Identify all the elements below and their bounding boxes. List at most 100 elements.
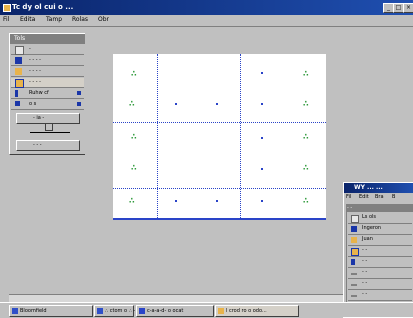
secondary-tool-label: Juan (362, 236, 373, 242)
secondary-tool-item[interactable]: - - (348, 246, 412, 257)
secondary-tool-label: Ls ols (362, 214, 377, 220)
secondary-tool-item[interactable]: - - (348, 268, 412, 279)
secondary-menu-draw[interactable]: Bra (375, 194, 384, 200)
app-icon (3, 4, 11, 12)
taskbar-button[interactable]: l crod ro o odo... (215, 305, 299, 317)
tree-symbol: ∴ (131, 163, 137, 172)
pencil-icon (15, 68, 22, 75)
tool-lines[interactable]: - - - - (11, 78, 84, 88)
tool-pencil[interactable]: - - - - (11, 67, 84, 77)
arrow-icon (351, 215, 359, 223)
tool-apply-button[interactable]: - - - (16, 140, 80, 151)
node-icon (351, 259, 355, 265)
node-icon (15, 101, 20, 106)
tree-symbol: ∴ (303, 69, 309, 78)
canvas-baseline (113, 218, 326, 220)
grid-line-v (240, 54, 241, 220)
lines-icon (15, 79, 24, 88)
line-icon (351, 295, 357, 297)
menu-edit[interactable]: Edita (20, 16, 35, 23)
tree-symbol: ∴ (129, 99, 135, 108)
line-icon (351, 284, 357, 286)
tree-symbol: ∴ (131, 69, 137, 78)
app-icon (139, 308, 145, 314)
taskbar-label: l crod ro o odo... (226, 308, 267, 314)
indicator-dot (77, 102, 81, 106)
secondary-tool-label: - - (362, 247, 368, 253)
app-icon (97, 308, 103, 314)
tool-select[interactable]: - (11, 45, 84, 55)
marker-dot (216, 200, 218, 202)
secondary-toolbox: - - Ls ols Ingeron Juan - - - - - - - - (346, 204, 413, 314)
secondary-tool-item[interactable]: - - (348, 290, 412, 301)
tree-symbol: ∴ (131, 132, 137, 141)
menu-window[interactable]: Obr (98, 16, 109, 23)
taskbar-button[interactable]: Bloomfield (9, 305, 93, 317)
taskbar-label: Bloomfield (20, 308, 47, 314)
tree-symbol: ∴ (303, 196, 309, 205)
indicator-dot (77, 91, 81, 95)
secondary-tool-item[interactable]: Ingeron (348, 224, 412, 235)
menu-rules[interactable]: Rolas (72, 16, 88, 23)
app-icon (218, 308, 224, 314)
secondary-menu-edit[interactable]: Edit (359, 194, 369, 200)
taskbar-label: c-a-a-d- o ocat (147, 308, 184, 314)
window-title: Tc dy ol cui o ... (12, 3, 74, 11)
tool-ruler[interactable]: Ruhw cf (11, 89, 84, 99)
tree-symbol: ∴ (129, 196, 135, 205)
taskbar-button[interactable]: c-a-a-d- o ocat (136, 305, 214, 317)
secondary-tool-item[interactable]: Juan (348, 235, 412, 246)
marker-dot (175, 103, 177, 105)
close-button[interactable]: × (403, 3, 413, 13)
grid-line-v (157, 54, 158, 220)
grid-line-h (113, 188, 326, 189)
marker-dot (261, 168, 263, 170)
toolbox-panel: Tols - - - - - - - - - - - - - Ruhw cf o… (9, 33, 86, 155)
app-icon (12, 308, 18, 314)
secondary-tool-label: Ingeron (362, 225, 382, 231)
secondary-tool-label: - - (362, 291, 368, 297)
tree-symbol: ∴ (303, 99, 309, 108)
drawing-canvas[interactable]: ∴ ∴ ∴ ∴ ∴ ∴ ∴ ∴ ∴ ∴ (113, 54, 326, 220)
cursor-icon (15, 46, 24, 55)
line-icon (351, 273, 357, 275)
secondary-tool-label: - - (362, 269, 368, 275)
secondary-tool-item[interactable]: Ls ols (348, 213, 412, 224)
secondary-menu-bar: Fil Edit Bra B (344, 193, 413, 202)
marker-dot (175, 200, 177, 202)
taskbar-button[interactable]: ∴ ctom o ∴ - s - (94, 305, 143, 317)
secondary-toolbox-title: - - (347, 205, 413, 212)
tool-label: - - - - (29, 79, 41, 85)
secondary-title: WY ... ... (354, 184, 383, 191)
marker-dot (261, 200, 263, 202)
secondary-tool-item[interactable]: - - (348, 279, 412, 290)
marker-dot (261, 103, 263, 105)
tool-label: - - - - (29, 57, 41, 63)
secondary-menu-b[interactable]: B (392, 194, 395, 200)
marker-dot (261, 137, 263, 139)
tool-label: Ruhw cf (29, 90, 49, 96)
blue-block-icon (15, 57, 22, 64)
blue-block-icon (351, 226, 357, 232)
tree-symbol: ∴ (303, 132, 309, 141)
secondary-window[interactable]: WY ... ... Fil Edit Bra B - - Ls ols Ing… (343, 182, 413, 318)
secondary-tool-label: - - (362, 280, 368, 286)
marker-dot (216, 103, 218, 105)
secondary-title-bar: WY ... ... (344, 183, 413, 193)
tool-label: - (29, 46, 31, 52)
taskbar: Bloomfield ∴ ctom o ∴ - s - c-a-a-d- o o… (0, 302, 413, 317)
tool-label: - - - - (29, 68, 41, 74)
lines-icon (351, 248, 359, 256)
pencil-icon (351, 237, 357, 243)
menu-bar: Fil Edita Tamp Rolas Obr (0, 15, 413, 27)
tool-slider[interactable] (30, 123, 70, 133)
menu-file[interactable]: Fil (3, 16, 9, 23)
slider-thumb[interactable] (45, 123, 53, 131)
marker-dot (261, 72, 263, 74)
secondary-menu-file[interactable]: Fil (346, 194, 351, 200)
secondary-tool-item[interactable]: - - (348, 257, 412, 268)
tool-node[interactable]: o s (11, 100, 84, 110)
toolbox-title: Tols (10, 34, 85, 44)
menu-template[interactable]: Tamp (46, 16, 62, 23)
tool-block[interactable]: - - - - (11, 56, 84, 66)
